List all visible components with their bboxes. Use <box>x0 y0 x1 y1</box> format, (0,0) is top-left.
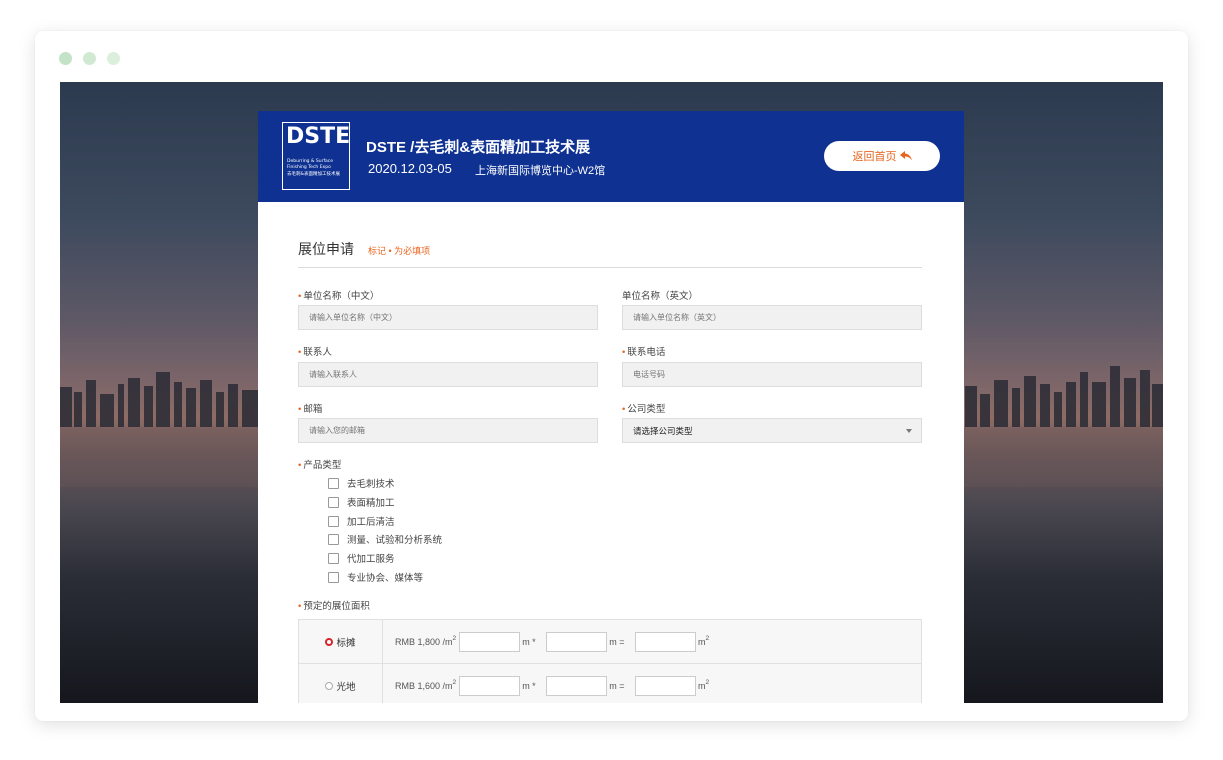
contact-label: • 联系人 <box>298 347 332 358</box>
company-en-input[interactable] <box>622 305 922 330</box>
dste-logo: DSTE Deburring & Surface Finishing Tech … <box>282 122 350 190</box>
company-cn-input[interactable] <box>298 305 598 330</box>
booth-row-raw-space: 光地 RMB 1,600 /m 2 m * m = m2 <box>299 664 921 703</box>
raw-space-formula: RMB 1,600 /m 2 m * m = m2 <box>395 676 709 696</box>
window-dot-2[interactable] <box>83 52 96 65</box>
form-title: 展位申请 <box>298 241 354 257</box>
chevron-down-icon <box>906 429 912 433</box>
required-marker: • <box>298 460 302 471</box>
required-marker: • <box>622 404 626 415</box>
raw-length-input[interactable] <box>458 676 520 696</box>
application-card: DSTE Deburring & Surface Finishing Tech … <box>258 111 964 703</box>
checkbox-icon[interactable] <box>328 496 339 508</box>
window-dot-3[interactable] <box>107 52 120 65</box>
email-label: • 邮箱 <box>298 404 323 415</box>
expo-title: DSTE /去毛刺&表面精加工技术展 <box>366 139 591 156</box>
expo-venue: 上海新国际博览中心-W2馆 <box>475 165 606 177</box>
checkbox-deburring[interactable]: 去毛刺技术 <box>328 476 395 490</box>
phone-input[interactable] <box>622 362 922 387</box>
contact-input[interactable] <box>298 362 598 387</box>
booth-area-table: 标摊 RMB 1,800 /m 2 m * m = m2 光地 RMB 1,60… <box>298 619 922 703</box>
checkbox-icon[interactable] <box>328 552 339 564</box>
window-controls <box>59 52 120 65</box>
form-divider <box>298 267 922 268</box>
standard-booth-formula: RMB 1,800 /m 2 m * m = m2 <box>395 632 709 652</box>
checkbox-icon[interactable] <box>328 571 339 583</box>
window-dot-1[interactable] <box>59 52 72 65</box>
company-type-selected: 请选择公司类型 <box>633 425 693 436</box>
email-input[interactable] <box>298 418 598 443</box>
checkbox-post-cleaning[interactable]: 加工后清洁 <box>328 514 395 528</box>
checkbox-measurement[interactable]: 测量、试验和分析系统 <box>328 532 442 546</box>
radio-unselected-icon[interactable] <box>325 681 334 690</box>
checkbox-icon[interactable] <box>328 477 339 489</box>
logo-main-text: DSTE <box>286 124 351 149</box>
phone-label: • 联系电话 <box>622 347 666 358</box>
radio-selected-icon[interactable] <box>325 637 334 646</box>
booth-area-label: • 预定的展位面积 <box>298 601 370 612</box>
required-marker: • <box>298 347 302 358</box>
checkbox-contract-processing[interactable]: 代加工服务 <box>328 551 395 565</box>
form-title-row: 展位申请 标记 • 为必填项 <box>298 239 430 259</box>
product-types-label: • 产品类型 <box>298 460 342 471</box>
card-header: DSTE Deburring & Surface Finishing Tech … <box>258 111 964 202</box>
checkbox-associations-media[interactable]: 专业协会、媒体等 <box>328 570 423 584</box>
standard-length-input[interactable] <box>458 632 520 652</box>
required-marker: • <box>298 404 302 415</box>
raw-width-input[interactable] <box>545 676 607 696</box>
logo-sub-line-3: 去毛刺&表面精加工技术展 <box>287 172 341 177</box>
required-marker: • <box>298 291 302 302</box>
company-en-label: 单位名称（英文） <box>622 291 699 302</box>
checkbox-surface-finishing[interactable]: 表面精加工 <box>328 495 395 509</box>
required-note: 标记 • 为必填项 <box>368 246 431 256</box>
reply-arrow-icon <box>899 151 912 161</box>
required-marker: • <box>622 347 626 358</box>
raw-total-input[interactable] <box>634 676 696 696</box>
standard-width-input[interactable] <box>545 632 607 652</box>
expo-date: 2020.12.03-05 <box>368 161 452 176</box>
browser-window: DSTE Deburring & Surface Finishing Tech … <box>35 31 1188 721</box>
page-viewport: DSTE Deburring & Surface Finishing Tech … <box>60 82 1163 703</box>
logo-sub-line-2: Finishing Tech Expo <box>287 165 331 170</box>
back-home-button[interactable]: 返回首页 <box>824 141 940 171</box>
booth-row-standard: 标摊 RMB 1,800 /m 2 m * m = m2 <box>299 620 921 664</box>
company-type-label: • 公司类型 <box>622 404 666 415</box>
standard-total-input[interactable] <box>634 632 696 652</box>
radio-raw-space[interactable]: 光地 <box>299 664 383 703</box>
company-cn-label: • 单位名称（中文） <box>298 291 380 302</box>
radio-standard-booth[interactable]: 标摊 <box>299 620 383 663</box>
checkbox-icon[interactable] <box>328 533 339 545</box>
checkbox-icon[interactable] <box>328 515 339 527</box>
required-marker: • <box>298 601 302 612</box>
company-type-select[interactable]: 请选择公司类型 <box>622 418 922 443</box>
back-home-label: 返回首页 <box>852 151 897 163</box>
